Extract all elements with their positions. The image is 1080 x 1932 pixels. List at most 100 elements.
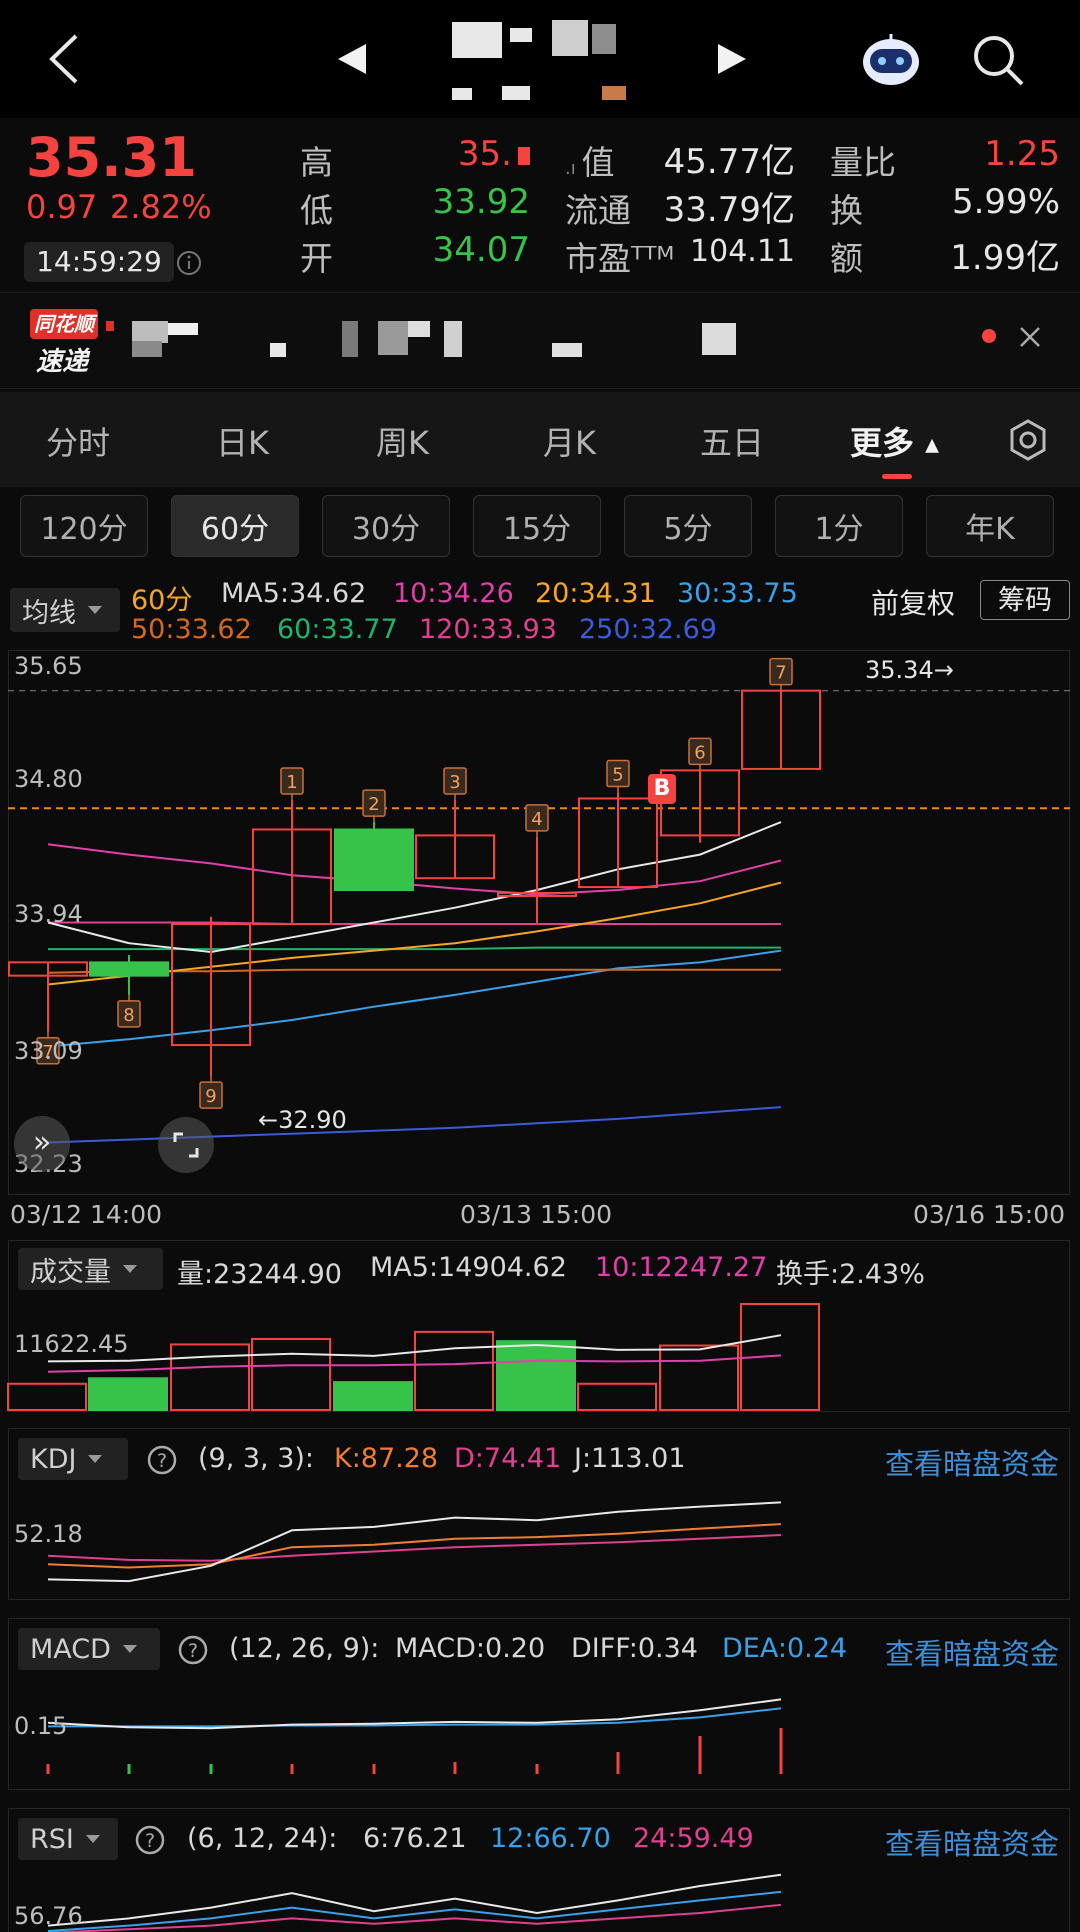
period-15min[interactable]: 15分 [473,495,601,557]
triangle-left-icon[interactable] [336,42,368,76]
price-change: 0.97 [26,188,98,226]
volume-bar [333,1381,413,1412]
volume-value: 量:23244.90 [177,1259,342,1290]
help-icon[interactable]: ? [134,1824,166,1856]
news-ticker[interactable]: 同花顺 速递 [0,292,1080,389]
kdj-dropdown[interactable]: KDJ [18,1438,128,1480]
kline-chart[interactable]: 7891234567 [0,650,1080,1195]
news-headline-pixelated [132,321,672,361]
fullscreen-icon[interactable] [157,1116,215,1174]
amount-label: 额 [830,239,863,278]
rsi-dark-pool-link[interactable]: 查看暗盘资金 [885,1821,1059,1863]
volume-ma5: MA5:14904.62 [370,1252,567,1283]
svg-text:?: ? [188,1640,198,1662]
quote-panel: 35.31 0.97 2.82% 14:59:29 高 低 开 35. 33.9… [0,118,1080,290]
ma50-value: 50:33.62 [131,614,252,645]
mktcap-value: 45.77亿 [663,142,795,182]
robot-assistant-icon[interactable] [860,32,922,88]
y-label-3: 33.94 [14,900,83,928]
x-label-start: 03/12 14:00 [10,1200,163,1229]
macd-chart [46,1698,783,1774]
adjust-toggle[interactable]: 前复权 [871,582,955,622]
close-icon[interactable] [1018,325,1042,349]
macd-dark-pool-link[interactable]: 查看暗盘资金 [885,1631,1059,1673]
period-60min[interactable]: 60分 [171,495,299,557]
sequence-number: 5 [612,765,623,786]
ma10-value: 10:34.26 [393,578,514,609]
kdj-y-label: 52.18 [14,1520,83,1548]
rsi-12: 12:66.70 [490,1823,611,1854]
tab-monthly-k[interactable]: 月K [543,418,596,464]
y-label-4: 33.09 [14,1037,83,1065]
fast-forward-icon[interactable]: » [14,1116,70,1172]
pe-label: 市盈ᵀᵀᴹ [565,239,675,278]
tab-active-indicator [882,474,912,479]
float-value: 33.79亿 [663,190,795,230]
rsi-24-line [47,1903,782,1932]
kdj-j: J:113.01 [574,1443,686,1474]
rsi-dropdown[interactable]: RSI [18,1818,118,1860]
chips-button[interactable]: 筹码 [980,580,1070,620]
turnover-label: 换 [830,191,863,230]
volume-chart[interactable] [0,1290,1080,1412]
rsi-6-line [47,1873,782,1927]
chart-tabs: 分时 日K 周K 月K 五日 更多 ▲ [0,392,1080,487]
triangle-right-icon[interactable] [716,42,748,76]
tab-five-day[interactable]: 五日 [700,418,764,464]
rsi-12-line [47,1890,782,1932]
volume-bar [170,1343,250,1411]
ma-dropdown[interactable]: 均线 [10,588,120,632]
open-value: 34.07 [432,230,530,270]
rsi-24: 24:59.49 [633,1823,754,1854]
ma30-value: 30:33.75 [677,578,798,609]
sequence-number: 9 [205,1086,216,1107]
high-annotation: 35.34→ [865,656,954,684]
x-label-mid: 03/13 15:00 [460,1200,613,1229]
period-120min[interactable]: 120分 [20,495,148,557]
settings-icon[interactable] [1006,418,1050,462]
svg-text:?: ? [145,1830,155,1852]
help-icon[interactable]: ? [177,1634,209,1666]
search-icon[interactable] [972,34,1026,88]
sequence-number: 1 [286,772,297,793]
volume-bar [88,1377,168,1411]
tab-minute[interactable]: 分时 [46,418,110,464]
kdj-dark-pool-link[interactable]: 查看暗盘资金 [885,1441,1059,1483]
rsi-chart [47,1873,782,1932]
mktcap-label: .ı 值 [565,143,615,182]
volume-bar [7,1382,87,1412]
period-5min[interactable]: 5分 [624,495,752,557]
x-label-end: 03/16 15:00 [913,1200,1066,1229]
kdj-d-line [47,1534,782,1562]
macd-dropdown[interactable]: MACD [18,1628,160,1670]
volume-ma10: 10:12247.27 [595,1252,768,1283]
pe-value: 104.11 [690,234,795,269]
kdj-params: (9, 3, 3): [198,1443,315,1474]
period-30min[interactable]: 30分 [322,495,450,557]
help-icon[interactable]: ? [146,1444,178,1476]
turnover-value: 5.99% [951,182,1060,222]
volume-dropdown[interactable]: 成交量 [18,1248,163,1290]
tab-daily-k[interactable]: 日K [216,418,269,464]
period-year-k[interactable]: 年K [926,495,1054,557]
tab-more[interactable]: 更多 ▲ [850,418,939,464]
last-price: 35.31 [26,126,197,189]
top-nav-bar [0,0,1080,118]
tab-weekly-k[interactable]: 周K [376,418,429,464]
ma250-value: 250:32.69 [579,614,717,645]
sequence-number: 6 [694,742,705,763]
info-icon[interactable] [176,250,202,276]
candle-body [89,961,169,977]
rsi-params: (6, 12, 24): [187,1823,338,1854]
period-1min[interactable]: 1分 [775,495,903,557]
volume-bar [496,1340,576,1412]
sequence-number: 8 [123,1005,134,1026]
unread-dot [982,329,996,343]
high-label: 高 [300,143,333,182]
ma5-value: MA5:34.62 [221,578,367,609]
rsi-y-label: 56.76 [14,1902,83,1930]
ma10-line [47,843,782,896]
chevron-left-icon[interactable] [44,32,84,86]
macd-diff-line [47,1698,782,1730]
kdj-chart [47,1501,782,1583]
